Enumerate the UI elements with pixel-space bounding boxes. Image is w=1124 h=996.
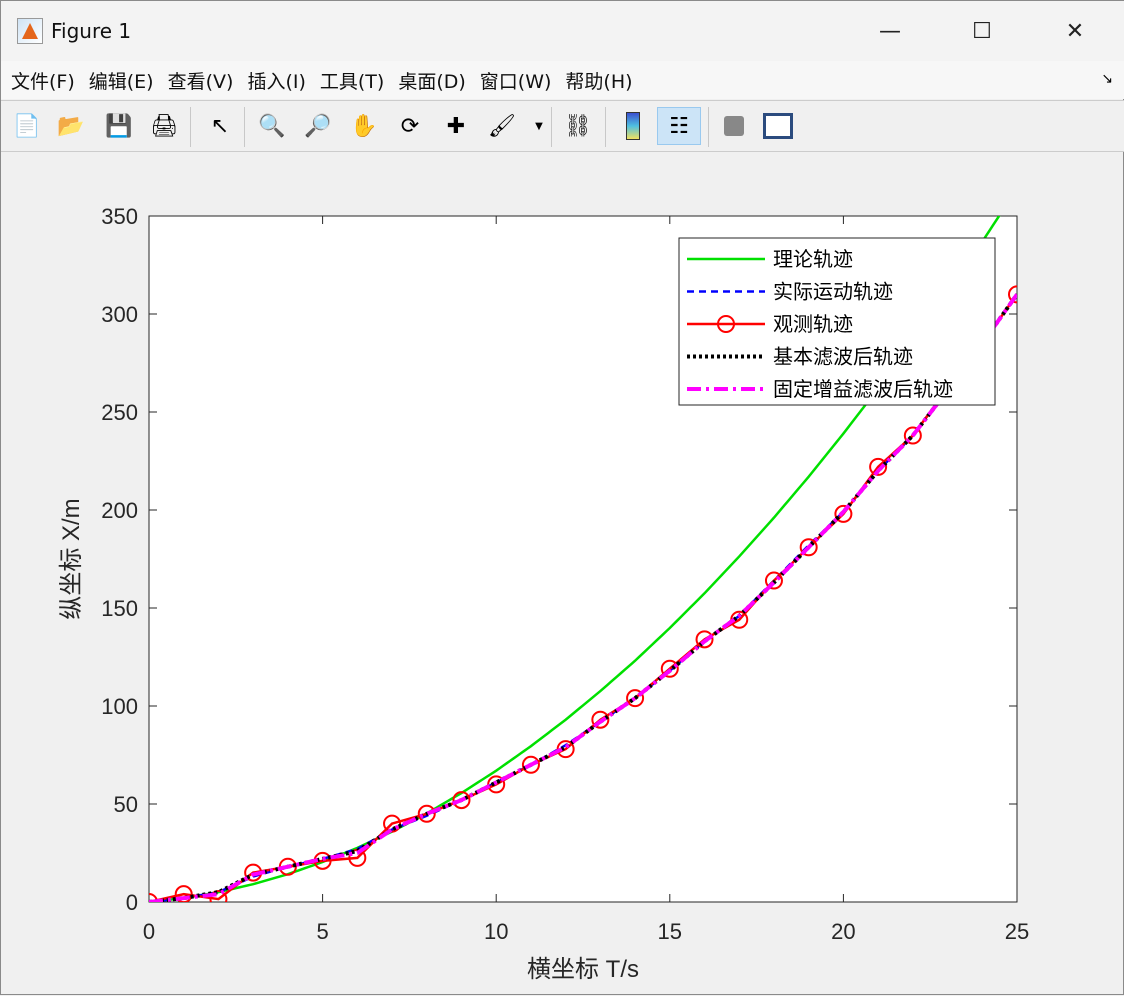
legend-label: 基本滤波后轨迹 bbox=[773, 346, 913, 369]
x-tick-label: 10 bbox=[484, 919, 508, 944]
legend-label: 实际运动轨迹 bbox=[773, 281, 893, 304]
x-tick-label: 20 bbox=[831, 919, 855, 944]
y-tick-label: 250 bbox=[101, 400, 138, 425]
y-tick-label: 300 bbox=[101, 302, 138, 327]
y-axis-label: 纵坐标 X/m bbox=[58, 498, 85, 619]
y-tick-label: 0 bbox=[126, 890, 138, 915]
y-tick-label: 150 bbox=[101, 596, 138, 621]
x-axis-label: 横坐标 T/s bbox=[527, 956, 639, 983]
legend[interactable]: 理论轨迹实际运动轨迹观测轨迹基本滤波后轨迹固定增益滤波后轨迹 bbox=[678, 237, 996, 406]
x-tick-label: 15 bbox=[658, 919, 682, 944]
legend-label: 固定增益滤波后轨迹 bbox=[773, 378, 953, 401]
x-tick-label: 5 bbox=[316, 919, 328, 944]
chart: 0 5 10 15 20 25050100150200250300350 横坐标 T/s … bbox=[58, 204, 1029, 983]
legend-label: 观测轨迹 bbox=[773, 313, 853, 336]
x-tick-label: 25 bbox=[1005, 919, 1029, 944]
legend-label: 理论轨迹 bbox=[773, 248, 853, 271]
y-tick-label: 100 bbox=[101, 694, 138, 719]
x-tick-label: 0 bbox=[143, 919, 155, 944]
y-tick-label: 350 bbox=[101, 204, 138, 229]
y-tick-label: 200 bbox=[101, 498, 138, 523]
y-tick-label: 50 bbox=[114, 792, 138, 817]
